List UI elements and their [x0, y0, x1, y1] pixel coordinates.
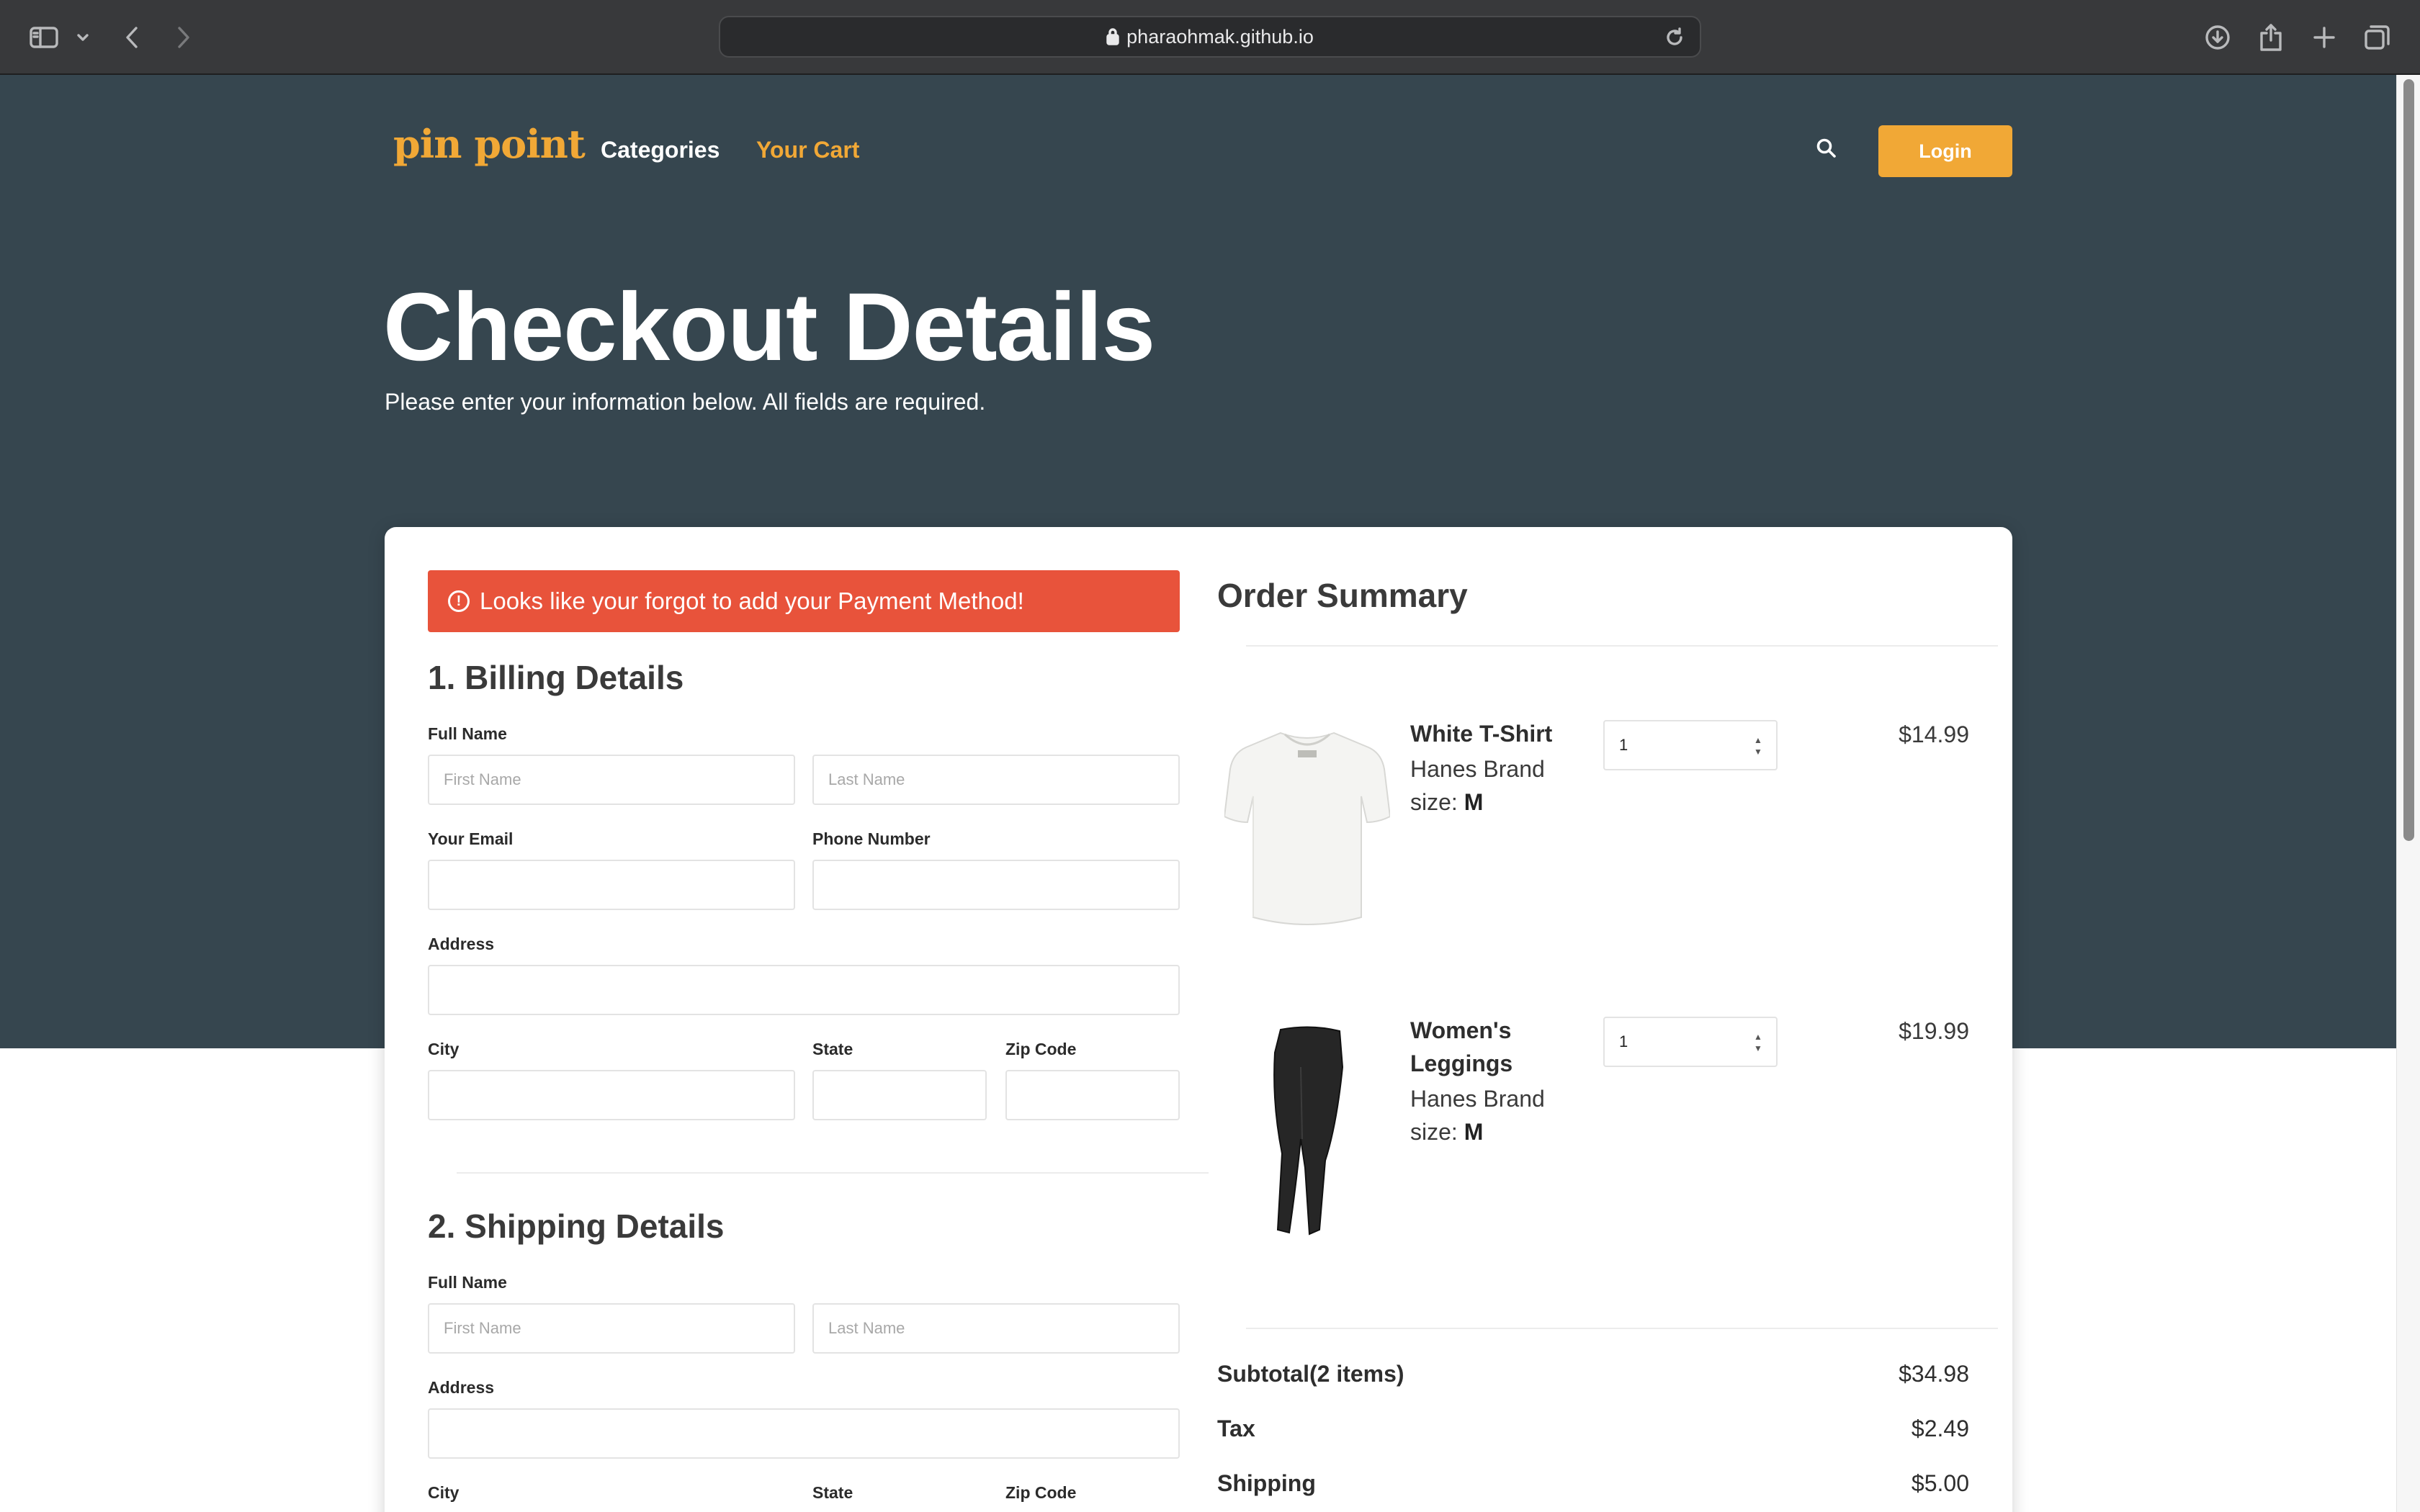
item-price: $14.99 [1899, 721, 1969, 747]
shipping-address-input[interactable] [428, 1408, 1180, 1459]
shipping-zip-label: Zip Code [1005, 1483, 1077, 1502]
billing-email-label: Your Email [428, 829, 514, 848]
quantity-value: 1 [1619, 736, 1628, 754]
site-logo[interactable]: pin point [393, 121, 586, 167]
new-tab-icon[interactable] [2308, 19, 2341, 56]
size-value: M [1464, 789, 1484, 815]
quantity-stepper[interactable]: 1 ▲ ▼ [1603, 1017, 1778, 1067]
billing-zip-input[interactable] [1005, 1070, 1180, 1120]
alert-message: Looks like your forgot to add your Payme… [480, 588, 1024, 614]
shipping-full-name-label: Full Name [428, 1273, 507, 1292]
checkout-card: ! Looks like your forgot to add your Pay… [385, 527, 2012, 1512]
tshirt-image [1223, 721, 1392, 937]
item-price: $19.99 [1899, 1018, 1969, 1044]
page-scrollbar[interactable] [2396, 75, 2420, 1512]
page-title: Checkout Details [383, 274, 1155, 381]
billing-state-label: State [812, 1040, 853, 1058]
billing-full-name-label: Full Name [428, 724, 507, 743]
billing-section-title: 1. Billing Details [428, 659, 684, 696]
billing-city-label: City [428, 1040, 460, 1058]
forward-icon[interactable] [170, 19, 196, 56]
size-label: size: [1410, 1119, 1458, 1145]
billing-last-name-input[interactable] [812, 755, 1180, 805]
shipping-section-title: 2. Shipping Details [428, 1207, 725, 1245]
shipping-value: $5.00 [1911, 1470, 1969, 1496]
shipping-last-name-input[interactable] [812, 1303, 1180, 1354]
billing-zip-label: Zip Code [1005, 1040, 1077, 1058]
item-name-line1: Women's [1410, 1017, 1512, 1043]
tax-label: Tax [1217, 1416, 1255, 1441]
billing-address-input[interactable] [428, 965, 1180, 1015]
error-alert: ! Looks like your forgot to add your Pay… [428, 570, 1180, 632]
billing-state-input[interactable] [812, 1070, 987, 1120]
item-size: size: M [1410, 1119, 1483, 1146]
chevron-down-icon[interactable] [73, 19, 92, 56]
summary-divider [1246, 645, 1998, 647]
downloads-icon[interactable] [2201, 19, 2234, 56]
stepper-arrows-icon[interactable]: ▲ ▼ [1753, 1032, 1763, 1053]
shipping-state-label: State [812, 1483, 853, 1502]
billing-city-input[interactable] [428, 1070, 795, 1120]
tab-overview-icon[interactable] [2361, 19, 2394, 56]
subtotal-label: Subtotal(2 items) [1217, 1361, 1404, 1387]
quantity-value: 1 [1619, 1032, 1628, 1050]
billing-address-label: Address [428, 935, 495, 953]
lock-icon [1106, 28, 1119, 45]
billing-first-name-input[interactable] [428, 755, 795, 805]
shipping-first-name-input[interactable] [428, 1303, 795, 1354]
nav-categories-link[interactable]: Categories [601, 137, 720, 163]
address-bar[interactable]: pharaohmak.github.io [719, 16, 1701, 58]
browser-toolbar: pharaohmak.github.io [0, 0, 2420, 75]
nav-cart-link[interactable]: Your Cart [756, 137, 859, 163]
sidebar-toggle-icon[interactable] [27, 19, 60, 56]
scrollbar-thumb[interactable] [2403, 79, 2414, 841]
search-icon[interactable] [1812, 134, 1841, 163]
reload-icon[interactable] [1664, 27, 1685, 52]
item-name-line2: Leggings [1410, 1050, 1513, 1076]
totals-divider [1246, 1328, 1998, 1329]
subtotal-value: $34.98 [1899, 1361, 1969, 1387]
item-name: Women's Leggings [1410, 1014, 1512, 1080]
order-summary-title: Order Summary [1217, 577, 1468, 614]
page-subtitle: Please enter your information below. All… [385, 389, 986, 415]
login-button[interactable]: Login [1878, 125, 2012, 177]
section-divider [457, 1172, 1209, 1174]
shipping-city-label: City [428, 1483, 460, 1502]
quantity-stepper[interactable]: 1 ▲ ▼ [1603, 720, 1778, 770]
item-brand: Hanes Brand [1410, 1086, 1545, 1112]
share-icon[interactable] [2254, 19, 2287, 56]
tax-value: $2.49 [1911, 1416, 1969, 1441]
leggings-image [1268, 1024, 1347, 1240]
size-value: M [1464, 1119, 1484, 1145]
billing-phone-label: Phone Number [812, 829, 931, 848]
billing-phone-input[interactable] [812, 860, 1180, 910]
size-label: size: [1410, 789, 1458, 815]
stepper-arrows-icon[interactable]: ▲ ▼ [1753, 736, 1763, 756]
item-brand: Hanes Brand [1410, 756, 1545, 782]
item-name: White T-Shirt [1410, 721, 1553, 747]
shipping-address-label: Address [428, 1378, 495, 1397]
exclamation-circle-icon: ! [448, 590, 470, 612]
url-text: pharaohmak.github.io [1126, 25, 1314, 48]
item-size: size: M [1410, 789, 1483, 816]
shipping-label: Shipping [1217, 1470, 1316, 1496]
back-icon[interactable] [120, 19, 145, 56]
billing-email-input[interactable] [428, 860, 795, 910]
